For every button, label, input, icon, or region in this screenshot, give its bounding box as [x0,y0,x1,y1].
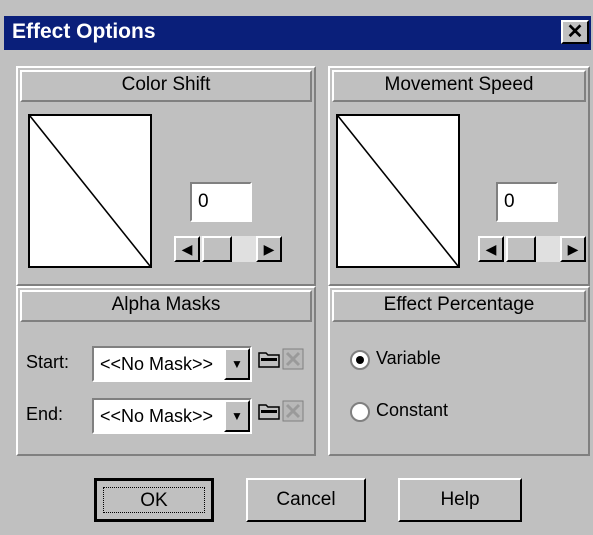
effect-options-dialog: Effect Options ✕ Color Shift 0 ◀ ▶ Movem… [0,0,593,535]
start-mask-select[interactable]: <<No Mask>> ▼ [92,346,252,382]
close-button[interactable]: ✕ [561,20,589,44]
color-shift-preview [28,114,152,268]
end-mask-value: <<No Mask>> [100,406,214,426]
chevron-down-icon[interactable]: ▼ [224,400,250,432]
movement-speed-scroll-track[interactable] [504,236,560,262]
end-mask-select[interactable]: <<No Mask>> ▼ [92,398,252,434]
movement-speed-group: Movement Speed 0 ◀ ▶ [328,66,590,286]
chevron-down-icon[interactable]: ▼ [224,348,250,380]
effect-percentage-header: Effect Percentage [332,290,586,322]
movement-speed-value-field[interactable]: 0 [496,182,558,222]
constant-label[interactable]: Constant [376,400,448,421]
alpha-masks-group: Alpha Masks Start: <<No Mask>> ▼ End: <<… [16,286,316,456]
alpha-masks-header: Alpha Masks [20,290,312,322]
color-shift-value-field[interactable]: 0 [190,182,252,222]
movement-speed-preview [336,114,460,268]
cancel-button[interactable]: Cancel [246,478,366,522]
title-bar[interactable]: Effect Options ✕ [4,16,591,50]
color-shift-scroll-track[interactable] [200,236,256,262]
variable-label[interactable]: Variable [376,348,441,369]
movement-speed-scroll-left[interactable]: ◀ [478,236,504,262]
end-label: End: [26,404,64,424]
movement-speed-scroll-right[interactable]: ▶ [560,236,586,262]
color-shift-scroll-thumb[interactable] [202,236,232,262]
variable-radio[interactable] [350,350,370,370]
color-shift-header: Color Shift [20,70,312,102]
effect-percentage-group: Effect Percentage Variable Constant [328,286,590,456]
clear-mask-icon[interactable] [282,348,304,370]
focus-ring [103,487,205,513]
color-shift-group: Color Shift 0 ◀ ▶ [16,66,316,286]
clear-mask-icon[interactable] [282,400,304,422]
ok-button[interactable]: OK [94,478,214,522]
color-shift-scroll-left[interactable]: ◀ [174,236,200,262]
start-label: Start: [26,352,70,372]
constant-radio[interactable] [350,402,370,422]
window-title: Effect Options [12,20,156,43]
help-button[interactable]: Help [398,478,522,522]
movement-speed-header: Movement Speed [332,70,586,102]
radio-dot [356,356,364,364]
movement-speed-scroll-thumb[interactable] [506,236,536,262]
folder-icon[interactable] [258,402,280,420]
start-mask-value: <<No Mask>> [100,354,214,374]
folder-icon[interactable] [258,350,280,368]
color-shift-scroll-right[interactable]: ▶ [256,236,282,262]
